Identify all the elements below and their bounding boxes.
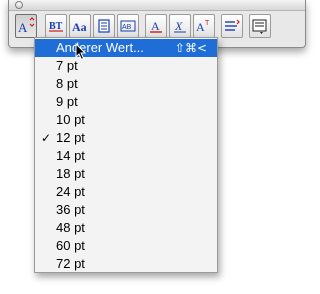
checkmark-icon: ✓ [41, 131, 52, 145]
font-size-icon: A [17, 17, 35, 35]
menu-item-9pt[interactable]: 9 pt [35, 93, 217, 111]
character-format-button[interactable]: Aa [69, 14, 91, 38]
italic-button[interactable]: X [169, 14, 191, 38]
dropdown-icon [251, 17, 269, 35]
italic-icon: X [171, 17, 189, 35]
menu-item-label: 12 pt [56, 130, 85, 145]
menu-item-7pt[interactable]: 7 pt [35, 57, 217, 75]
menu-item-36pt[interactable]: 36 pt [35, 201, 217, 219]
menu-item-14pt[interactable]: 14 pt [35, 147, 217, 165]
svg-text:T: T [205, 20, 210, 27]
menu-item-label: 72 pt [56, 256, 85, 271]
svg-text:AB: AB [122, 24, 132, 31]
list-icon [223, 17, 241, 35]
superscript-button[interactable]: A T [193, 14, 215, 38]
font-size-menu: Anderer Wert... ⇧⌘< 7 pt 8 pt 9 pt 10 pt… [34, 37, 218, 273]
mouse-pointer-icon [75, 42, 87, 66]
menu-item-other-value[interactable]: Anderer Wert... ⇧⌘< [35, 39, 217, 57]
superscript-icon: A T [195, 17, 213, 35]
text-style-icon: BT [47, 17, 65, 35]
svg-text:Aa: Aa [72, 20, 87, 34]
menu-item-label: 60 pt [56, 238, 85, 253]
menu-item-24pt[interactable]: 24 pt [35, 183, 217, 201]
menu-item-8pt[interactable]: 8 pt [35, 75, 217, 93]
palette-titlebar[interactable] [9, 0, 305, 11]
menu-item-label: 9 pt [56, 94, 78, 109]
menu-item-label: 14 pt [56, 148, 85, 163]
font-size-button[interactable]: A [15, 14, 37, 38]
character-format-icon: Aa [71, 17, 89, 35]
text-frame-button[interactable]: AB [117, 14, 139, 38]
underline-button[interactable]: A [145, 14, 167, 38]
keyboard-shortcut: ⇧⌘< [174, 41, 207, 55]
menu-item-10pt[interactable]: 10 pt [35, 111, 217, 129]
underline-icon: A [147, 17, 165, 35]
svg-text:A: A [196, 20, 205, 34]
menu-item-12pt[interactable]: ✓ 12 pt [35, 129, 217, 147]
svg-text:BT: BT [49, 21, 63, 32]
menu-item-label: 36 pt [56, 202, 85, 217]
menu-item-label: 8 pt [56, 76, 78, 91]
svg-text:X: X [174, 19, 183, 33]
close-icon[interactable] [15, 1, 23, 9]
menu-item-label: 48 pt [56, 220, 85, 235]
document-icon [95, 17, 113, 35]
more-button[interactable] [249, 14, 271, 38]
menu-item-60pt[interactable]: 60 pt [35, 237, 217, 255]
svg-text:A: A [151, 19, 160, 33]
screen: A BT Aa AB A X A T Anderer Wert... ⇧⌘< 7… [0, 0, 312, 294]
menu-item-label: 24 pt [56, 184, 85, 199]
list-button[interactable] [221, 14, 243, 38]
menu-item-label: 10 pt [56, 112, 85, 127]
text-style-button[interactable]: BT [45, 14, 67, 38]
menu-item-72pt[interactable]: 72 pt [35, 255, 217, 273]
menu-item-label: Anderer Wert... [56, 40, 144, 55]
document-button[interactable] [93, 14, 115, 38]
svg-text:A: A [18, 20, 28, 35]
text-frame-icon: AB [119, 17, 137, 35]
menu-item-48pt[interactable]: 48 pt [35, 219, 217, 237]
menu-item-18pt[interactable]: 18 pt [35, 165, 217, 183]
menu-item-label: 18 pt [56, 166, 85, 181]
